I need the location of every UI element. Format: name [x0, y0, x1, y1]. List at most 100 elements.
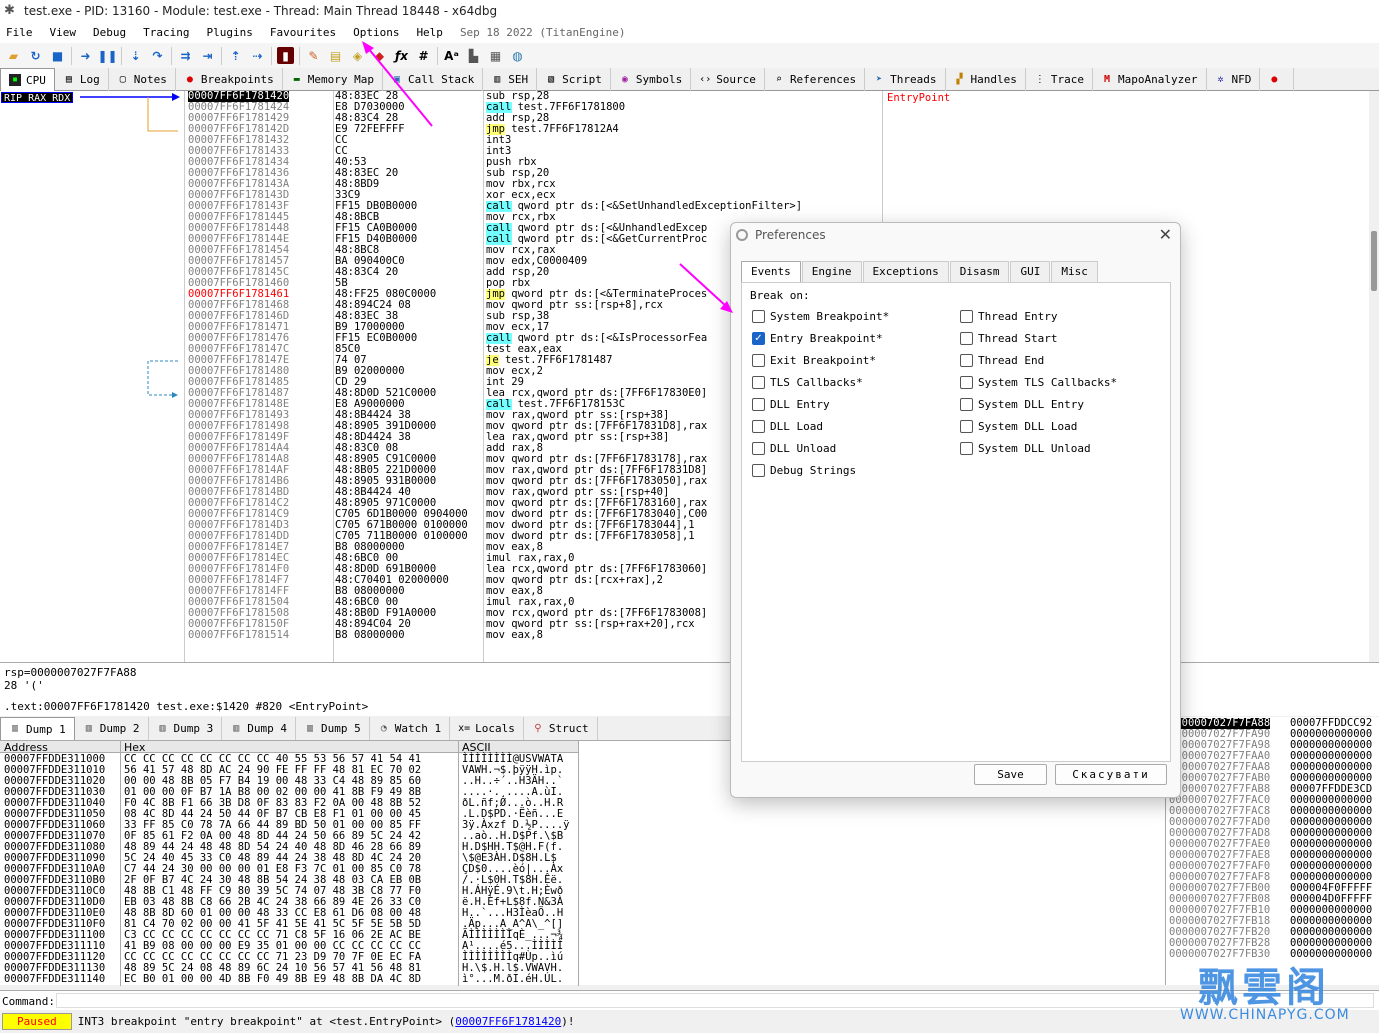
tab-cpu[interactable]: ▪ CPU — [0, 68, 55, 91]
checkbox-dll-entry[interactable]: DLL Entry — [752, 398, 830, 411]
tab-dump-5[interactable]: ▥ Dump 5 — [296, 717, 370, 740]
tab-watch-1[interactable]: ◔ Watch 1 — [370, 717, 451, 740]
calculator-icon[interactable]: ▦ — [487, 47, 504, 64]
comment-icon[interactable]: ▤ — [327, 47, 344, 64]
checkbox-thread-entry[interactable]: Thread Entry — [960, 310, 1057, 323]
menu-tracing[interactable]: Tracing — [143, 26, 189, 39]
hash-icon[interactable]: # — [415, 47, 432, 64]
checkbox-thread-start[interactable]: Thread Start — [960, 332, 1057, 345]
scylla-icon[interactable]: ▮ — [277, 47, 294, 64]
checkbox-box[interactable] — [960, 332, 973, 345]
tab-gui[interactable]: GUI — [1010, 261, 1051, 283]
checkmark-icon[interactable]: ✓ — [752, 332, 765, 345]
checkbox-box[interactable] — [752, 398, 765, 411]
tab-locals[interactable]: x= Locals — [450, 717, 524, 740]
tab-dump-3[interactable]: ▥ Dump 3 — [149, 717, 223, 740]
entry-address-link[interactable]: 00007FF6F1781420 — [455, 1015, 561, 1028]
tab-trace[interactable]: ⋮ Trace — [1026, 68, 1094, 91]
tab-source[interactable]: ‹› Source — [691, 68, 765, 91]
tab-struct[interactable]: ⚲ Struct — [524, 717, 598, 740]
pause-icon[interactable]: ❚❚ — [97, 47, 117, 64]
run-to-user-code-icon[interactable]: ⇢ — [249, 47, 266, 64]
checkbox-box[interactable] — [752, 376, 765, 389]
tab-breakpoints[interactable]: ● Breakpoints — [176, 68, 283, 91]
checkbox-box[interactable] — [960, 354, 973, 367]
checkbox-thread-end[interactable]: Thread End — [960, 354, 1044, 367]
checkbox-box[interactable] — [960, 310, 973, 323]
font-icon[interactable]: Aᵃ — [443, 47, 460, 64]
tab-dump-4[interactable]: ▥ Dump 4 — [222, 717, 296, 740]
tab-disasm[interactable]: Disasm — [949, 261, 1010, 283]
checkbox-box[interactable] — [752, 464, 765, 477]
tab-dump-2[interactable]: ▥ Dump 2 — [75, 717, 149, 740]
checkbox-box[interactable] — [752, 420, 765, 433]
checkbox-box[interactable] — [752, 354, 765, 367]
bookmark-icon[interactable]: ◆ — [371, 47, 388, 64]
checkbox-dll-load[interactable]: DLL Load — [752, 420, 823, 433]
checkbox-box[interactable] — [960, 398, 973, 411]
restart-icon[interactable]: ↻ — [27, 47, 44, 64]
checkbox-tls-callbacks[interactable]: TLS Callbacks* — [752, 376, 863, 389]
tab-mapoanalyzer[interactable]: M MapoAnalyzer — [1093, 68, 1207, 91]
execute-till-return-icon[interactable]: ⇡ — [227, 47, 244, 64]
menu-favourites[interactable]: Favourites — [270, 26, 336, 39]
save-button[interactable]: Save — [974, 764, 1047, 785]
globe-icon[interactable]: ◍ — [509, 47, 526, 64]
tab-handles[interactable]: ▞ Handles — [946, 68, 1026, 91]
checkbox-box[interactable] — [960, 376, 973, 389]
tab-references[interactable]: ⌕ References — [765, 68, 866, 91]
checkbox-dll-unload[interactable]: DLL Unload — [752, 442, 836, 455]
checkbox-exit-breakpoint[interactable]: Exit Breakpoint* — [752, 354, 876, 367]
strings-icon[interactable]: ▙ — [465, 47, 482, 64]
checkbox-box[interactable] — [752, 442, 765, 455]
tab-exceptions[interactable]: Exceptions — [862, 261, 949, 283]
close-icon[interactable]: ✕ — [1159, 225, 1172, 244]
run-icon[interactable]: ➜ — [77, 47, 94, 64]
tab-log[interactable]: ▤ Log — [55, 68, 109, 91]
checkbox-entry-breakpoint[interactable]: ✓ Entry Breakpoint* — [752, 332, 883, 345]
checkbox-box[interactable] — [960, 420, 973, 433]
disasm-scrollbar[interactable] — [1369, 91, 1379, 662]
checkbox-debug-strings[interactable]: Debug Strings — [752, 464, 856, 477]
trace-into-icon[interactable]: ⇉ — [177, 47, 194, 64]
open-icon[interactable]: ▰ — [5, 47, 22, 64]
checkbox-system-breakpoint[interactable]: System Breakpoint* — [752, 310, 889, 323]
checkbox-box[interactable] — [752, 310, 765, 323]
menu-plugins[interactable]: Plugins — [206, 26, 252, 39]
label-icon[interactable]: ◈ — [349, 47, 366, 64]
menu-options[interactable]: Options — [353, 26, 399, 39]
menu-view[interactable]: View — [50, 26, 77, 39]
tab-threads[interactable]: ➤ Threads — [865, 68, 946, 91]
function-icon[interactable]: ƒx — [393, 47, 410, 64]
step-over-icon[interactable]: ↷ — [149, 47, 166, 64]
tab-notes[interactable]: ▢ Notes — [109, 68, 176, 91]
tab-more[interactable]: ● — [1260, 68, 1295, 91]
checkbox-system-dll-load[interactable]: System DLL Load — [960, 420, 1077, 433]
stop-icon[interactable]: ■ — [49, 47, 66, 64]
menu-file[interactable]: File — [6, 26, 33, 39]
checkbox-system-dll-unload[interactable]: System DLL Unload — [960, 442, 1091, 455]
checkbox-system-tls-callbacks[interactable]: System TLS Callbacks* — [960, 376, 1117, 389]
cancel-button[interactable]: Скасувати — [1055, 764, 1167, 785]
menu-debug[interactable]: Debug — [93, 26, 126, 39]
tab-script[interactable]: ▧ Script — [537, 68, 611, 91]
tab-dump-1[interactable]: ▥ Dump 1 — [0, 717, 75, 740]
disasm-row[interactable]: 00007FF6F1781432 CC int3 — [185, 135, 882, 146]
checkbox-box[interactable] — [960, 442, 973, 455]
tab-seh[interactable]: ▥ SEH — [483, 68, 538, 91]
tab-nfd[interactable]: ✲ NFD — [1207, 68, 1261, 91]
tab-call-stack[interactable]: ▣ Call Stack — [383, 68, 484, 91]
tab-engine[interactable]: Engine — [801, 261, 862, 283]
disasm-row[interactable]: 00007FF6F178142D E9 72FEFFFF jmp test.7FF6… — [185, 124, 882, 135]
tab-symbols[interactable]: ◉ Symbols — [611, 68, 692, 91]
menu-help[interactable]: Help — [416, 26, 443, 39]
tab-events[interactable]: Events — [741, 261, 801, 283]
patch-icon[interactable]: ✎ — [305, 47, 322, 64]
tab-memory-map[interactable]: ▬ Memory Map — [283, 68, 383, 91]
trace-over-icon[interactable]: ⇥ — [199, 47, 216, 64]
step-into-icon[interactable]: ⇣ — [127, 47, 144, 64]
tab-misc[interactable]: Misc — [1051, 261, 1098, 283]
stack-view[interactable]: 0000007027F7FA88 00007FFDDCC92 0000007027F… — [1165, 717, 1379, 985]
memory-icon: ▬ — [293, 73, 300, 85]
checkbox-system-dll-entry[interactable]: System DLL Entry — [960, 398, 1084, 411]
